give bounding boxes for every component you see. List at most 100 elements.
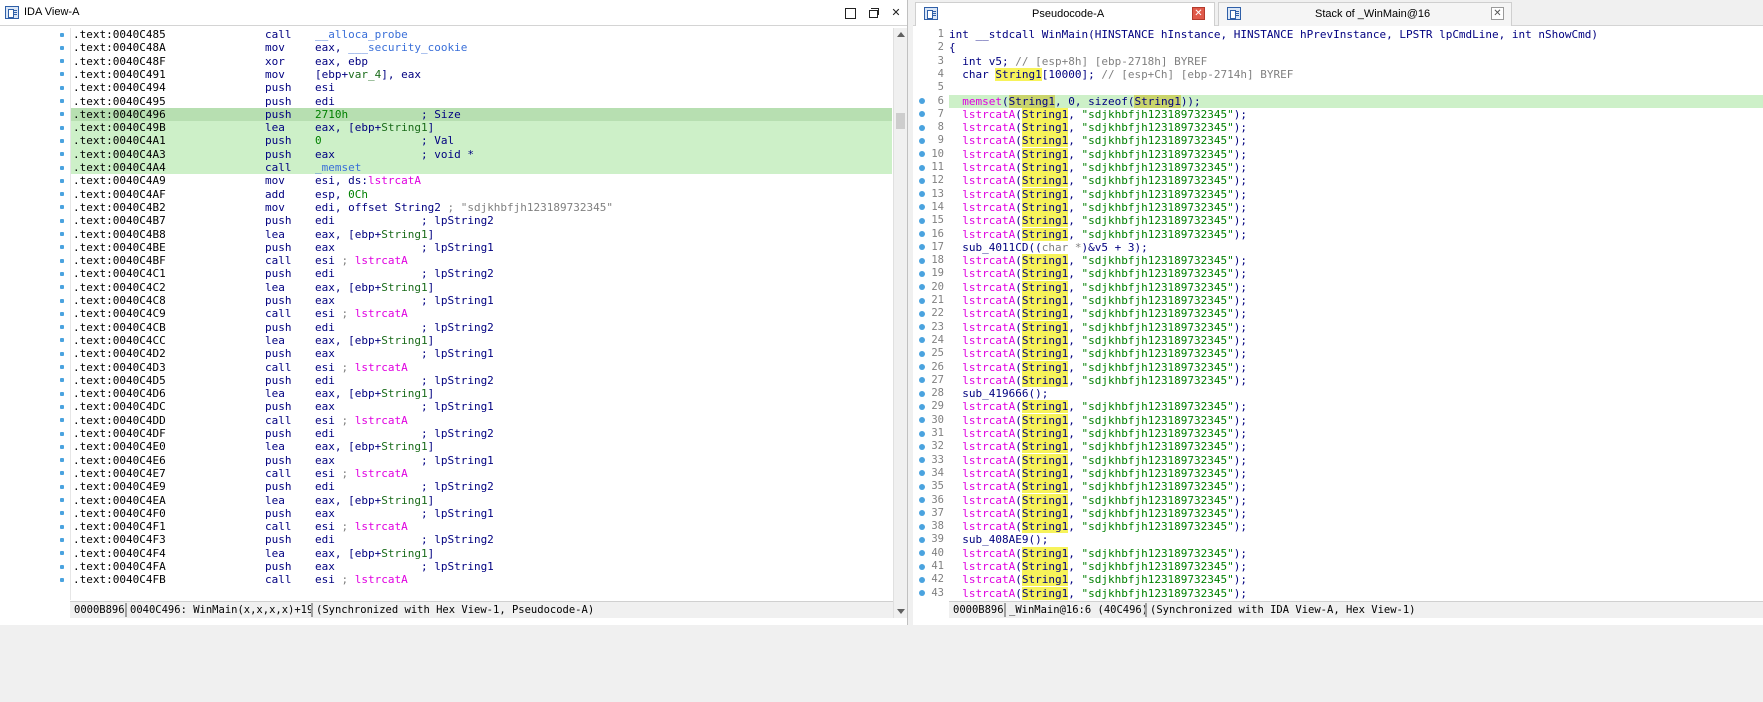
asm-row[interactable]: .text:0040C4DF push edi ; lpString2 xyxy=(71,427,892,440)
asm-row[interactable]: .text:0040C4B8 lea eax, [ebp+String1] xyxy=(71,228,892,241)
code-line[interactable]: { xyxy=(949,41,1763,54)
code-line[interactable]: lstrcatA(String1, "sdjkhbfjh123189732345… xyxy=(949,347,1763,361)
breakpoint-dot-icon[interactable] xyxy=(919,550,925,557)
asm-row[interactable]: .text:0040C4F1 call esi ; lstrcatA xyxy=(71,520,892,533)
asm-row[interactable]: .text:0040C4FB call esi ; lstrcatA xyxy=(71,573,892,586)
code-line[interactable]: lstrcatA(String1, "sdjkhbfjh123189732345… xyxy=(949,413,1763,427)
close-icon[interactable]: ✕ xyxy=(1192,7,1205,20)
code-line[interactable]: sub_419666(); xyxy=(949,387,1763,400)
breakpoint-dot-icon[interactable] xyxy=(919,98,925,104)
code-line[interactable]: lstrcatA(String1, "sdjkhbfjh123189732345… xyxy=(949,107,1763,121)
breakpoint-dot-icon[interactable] xyxy=(919,111,925,118)
code-line[interactable]: lstrcatA(String1, "sdjkhbfjh123189732345… xyxy=(949,480,1763,494)
code-line[interactable]: lstrcatA(String1, "sdjkhbfjh123189732345… xyxy=(949,294,1763,307)
breakpoint-dot-icon[interactable] xyxy=(919,204,925,211)
code-line[interactable]: lstrcatA(String1, "sdjkhbfjh123189732345… xyxy=(949,134,1763,148)
asm-row[interactable]: .text:0040C494 push esi xyxy=(71,81,892,94)
tab-stack[interactable]: Stack of _WinMain@16 ✕ xyxy=(1218,2,1512,26)
breakpoint-dot-icon[interactable] xyxy=(919,270,925,277)
breakpoint-dot-icon[interactable] xyxy=(919,124,925,131)
code-line[interactable]: lstrcatA(String1, "sdjkhbfjh123189732345… xyxy=(949,147,1763,161)
asm-row[interactable]: .text:0040C48F xor eax, ebp xyxy=(71,55,892,68)
asm-row[interactable]: .text:0040C4D6 lea eax, [ebp+String1] xyxy=(71,387,892,400)
code-line[interactable]: lstrcatA(String1, "sdjkhbfjh123189732345… xyxy=(949,493,1763,507)
scroll-thumb[interactable] xyxy=(896,113,905,129)
code-line[interactable]: int __stdcall WinMain(HINSTANCE hInstanc… xyxy=(949,28,1763,41)
asm-row[interactable]: .text:0040C4D3 call esi ; lstrcatA xyxy=(71,361,892,374)
tab-pseudocode[interactable]: Pseudocode-A ✕ xyxy=(915,2,1215,26)
asm-row[interactable]: .text:0040C4CB push edi ; lpString2 xyxy=(71,321,892,334)
asm-row[interactable]: .text:0040C4F3 push edi ; lpString2 xyxy=(71,533,892,546)
breakpoint-dot-icon[interactable] xyxy=(919,576,925,583)
close-icon[interactable]: ✕ xyxy=(889,6,903,20)
code-line[interactable]: lstrcatA(String1, "sdjkhbfjh123189732345… xyxy=(949,333,1763,347)
breakpoint-dot-icon[interactable] xyxy=(919,324,925,331)
asm-row[interactable]: .text:0040C4A1 push 0 ; Val xyxy=(71,134,892,148)
asm-row[interactable]: .text:0040C48A mov eax, ___security_cookie xyxy=(71,41,892,54)
breakpoint-dot-icon[interactable] xyxy=(919,244,925,251)
asm-row[interactable]: .text:0040C4A4 call _memset xyxy=(71,161,892,175)
breakpoint-dot-icon[interactable] xyxy=(919,443,925,450)
breakpoint-dot-icon[interactable] xyxy=(919,297,925,304)
breakpoint-dot-icon[interactable] xyxy=(919,257,925,264)
breakpoint-dot-icon[interactable] xyxy=(919,284,925,291)
asm-row[interactable]: .text:0040C4E6 push eax ; lpString1 xyxy=(71,454,892,467)
code-line[interactable]: lstrcatA(String1, "sdjkhbfjh123189732345… xyxy=(949,453,1763,467)
asm-row[interactable]: .text:0040C4C9 call esi ; lstrcatA xyxy=(71,307,892,320)
asm-row[interactable]: .text:0040C4CC lea eax, [ebp+String1] xyxy=(71,334,892,347)
pseudocode-listing[interactable]: int __stdcall WinMain(HINSTANCE hInstanc… xyxy=(949,28,1763,600)
code-line[interactable]: lstrcatA(String1, "sdjkhbfjh123189732345… xyxy=(949,400,1763,414)
asm-row[interactable]: .text:0040C4FA push eax ; lpString1 xyxy=(71,560,892,573)
code-line[interactable]: lstrcatA(String1, "sdjkhbfjh123189732345… xyxy=(949,573,1763,587)
code-line[interactable]: lstrcatA(String1, "sdjkhbfjh123189732345… xyxy=(949,174,1763,188)
code-line[interactable]: lstrcatA(String1, "sdjkhbfjh123189732345… xyxy=(949,320,1763,334)
asm-row[interactable]: .text:0040C4AF add esp, 0Ch xyxy=(71,188,892,201)
asm-row[interactable]: .text:0040C4A9 mov esi, ds:lstrcatA xyxy=(71,174,892,187)
code-line[interactable]: lstrcatA(String1, "sdjkhbfjh123189732345… xyxy=(949,187,1763,201)
ida-vertical-scrollbar[interactable] xyxy=(893,28,907,618)
asm-row[interactable]: .text:0040C4B7 push edi ; lpString2 xyxy=(71,214,892,227)
breakpoint-dot-icon[interactable] xyxy=(919,364,925,370)
asm-row[interactable]: .text:0040C4DC push eax ; lpString1 xyxy=(71,400,892,413)
breakpoint-dot-icon[interactable] xyxy=(919,523,925,530)
code-line[interactable]: lstrcatA(String1, "sdjkhbfjh123189732345… xyxy=(949,586,1763,600)
breakpoint-dot-icon[interactable] xyxy=(919,377,925,384)
code-line[interactable]: char String1[10000]; // [esp+Ch] [ebp-27… xyxy=(949,67,1763,81)
breakpoint-dot-icon[interactable] xyxy=(919,390,925,397)
breakpoint-dot-icon[interactable] xyxy=(919,137,925,144)
asm-row[interactable]: .text:0040C4F4 lea eax, [ebp+String1] xyxy=(71,547,892,560)
asm-row[interactable]: .text:0040C4B2 mov edi, offset String2 ; "… xyxy=(71,201,892,214)
asm-row[interactable]: .text:0040C4DD call esi ; lstrcatA xyxy=(71,414,892,427)
asm-row[interactable]: .text:0040C4C1 push edi ; lpString2 xyxy=(71,267,892,280)
code-line[interactable]: lstrcatA(String1, "sdjkhbfjh123189732345… xyxy=(949,280,1763,294)
breakpoint-dot-icon[interactable] xyxy=(919,417,925,424)
breakpoint-dot-icon[interactable] xyxy=(919,177,925,184)
code-line[interactable]: lstrcatA(String1, "sdjkhbfjh123189732345… xyxy=(949,200,1763,214)
breakpoint-dot-icon[interactable] xyxy=(919,164,925,171)
maximize-icon[interactable] xyxy=(843,6,857,20)
breakpoint-dot-icon[interactable] xyxy=(919,536,925,543)
asm-row[interactable]: .text:0040C4A3 push eax ; void * xyxy=(71,147,892,161)
scroll-down-icon[interactable] xyxy=(897,609,905,614)
code-line[interactable]: lstrcatA(String1, "sdjkhbfjh123189732345… xyxy=(949,161,1763,174)
asm-row[interactable]: .text:0040C496 push 2710h ; Size xyxy=(71,107,892,122)
code-line[interactable]: lstrcatA(String1, "sdjkhbfjh123189732345… xyxy=(949,360,1763,374)
breakpoint-dot-icon[interactable] xyxy=(919,403,925,410)
breakpoint-dot-icon[interactable] xyxy=(919,231,925,237)
code-line[interactable]: lstrcatA(String1, "sdjkhbfjh123189732345… xyxy=(949,121,1763,135)
code-line[interactable]: lstrcatA(String1, "sdjkhbfjh123189732345… xyxy=(949,267,1763,281)
code-line[interactable]: lstrcatA(String1, "sdjkhbfjh123189732345… xyxy=(949,307,1763,321)
code-line[interactable]: lstrcatA(String1, "sdjkhbfjh123189732345… xyxy=(949,440,1763,454)
restore-icon[interactable] xyxy=(866,6,880,20)
code-line[interactable]: lstrcatA(String1, "sdjkhbfjh123189732345… xyxy=(949,373,1763,387)
breakpoint-dot-icon[interactable] xyxy=(919,483,925,490)
asm-row[interactable]: .text:0040C4BF call esi ; lstrcatA xyxy=(71,254,892,267)
breakpoint-dot-icon[interactable] xyxy=(919,191,925,198)
scroll-up-icon[interactable] xyxy=(897,32,905,37)
code-line[interactable]: lstrcatA(String1, "sdjkhbfjh123189732345… xyxy=(949,227,1763,241)
code-line[interactable]: lstrcatA(String1, "sdjkhbfjh123189732345… xyxy=(949,520,1763,534)
breakpoint-dot-icon[interactable] xyxy=(919,217,925,224)
breakpoint-dot-icon[interactable] xyxy=(919,563,925,570)
code-line[interactable]: lstrcatA(String1, "sdjkhbfjh123189732345… xyxy=(949,427,1763,440)
breakpoint-dot-icon[interactable] xyxy=(919,430,925,437)
